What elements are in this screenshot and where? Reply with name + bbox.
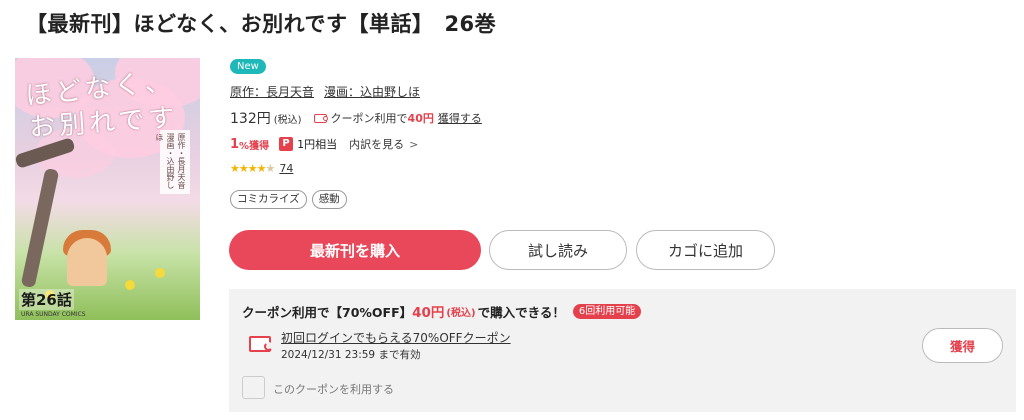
coupon-head-suffix: で購入できる！ <box>477 304 565 320</box>
tag-list: コミカライズ 感動 <box>230 190 347 209</box>
coupon-head-tax: (税込) <box>446 307 476 319</box>
coupon-price-text: クーポン利用で <box>330 112 408 125</box>
star-icon: ★ <box>247 162 258 175</box>
points-equivalent: 1円相当 <box>297 138 338 151</box>
cover-image[interactable]: ほどなく、 お別れです 原作・長月天音 漫画・込由野しほ 第26話 URA SU… <box>15 58 200 320</box>
coupon-expiry: 2024/12/31 23:59 まで有効 <box>281 349 421 361</box>
use-coupon-label[interactable]: このクーポンを利用する <box>273 381 394 397</box>
cover-credits: 原作・長月天音 漫画・込由野しほ <box>155 130 190 194</box>
price: 132円 <box>230 111 271 127</box>
cover-episode: 第26話 <box>19 289 74 310</box>
points-percent: 1 <box>230 136 240 152</box>
star-icon: ★ <box>256 162 267 175</box>
paypay-icon: P <box>279 137 294 151</box>
coupon-headline: クーポン利用で【70%OFF】 40円 (税込) で購入できる！ 6回利用可能 <box>242 301 642 321</box>
use-coupon-checkbox[interactable] <box>242 376 265 399</box>
coupon-price: 40円 <box>407 112 434 125</box>
coupon-head-price: 40円 <box>412 305 445 321</box>
coupon-ticket-icon <box>249 336 273 352</box>
points-percent-label: %獲得 <box>239 140 270 152</box>
rating: ★ ★ ★ ★ ★ 74 <box>230 162 293 175</box>
cover-trunk <box>20 167 60 289</box>
review-count-link[interactable]: 74 <box>279 162 293 175</box>
tag-moving[interactable]: 感動 <box>311 190 347 209</box>
points-line: 1 %獲得 P 1円相当 内訳を見る > <box>230 136 418 152</box>
breakdown-link[interactable]: 内訳を見る <box>349 136 404 152</box>
coupon-head-prefix: クーポン利用で【70%OFF】 <box>242 304 413 320</box>
coupon-availability-badge: 6回利用可能 <box>572 303 642 319</box>
chevron-right-icon: > <box>409 137 419 151</box>
tag-comicalize[interactable]: コミカライズ <box>230 190 307 209</box>
author-credits: 原作：長月天音 漫画：込由野しほ <box>230 83 420 100</box>
page-title: 【最新刊】ほどなく、お別れです【単話】 26巻 <box>26 12 497 36</box>
coupon-name-link[interactable]: 初回ログインでもらえる70%OFFクーポン <box>281 329 511 346</box>
cover-brand: URA SUNDAY COMICS <box>21 311 86 318</box>
coupon-panel: クーポン利用で【70%OFF】 40円 (税込) で購入できる！ 6回利用可能 … <box>229 289 1016 412</box>
tax-label: (税込) <box>273 114 302 126</box>
author-link[interactable]: 原作：長月天音 <box>230 85 314 99</box>
price-line: 132円 (税込) クーポン利用で 40円 獲得する <box>230 108 482 128</box>
star-icon: ★ <box>230 162 240 175</box>
cover-flower <box>155 268 165 278</box>
trial-read-button[interactable]: 試し読み <box>489 230 627 270</box>
star-icon: ★ <box>238 162 249 175</box>
new-badge: New <box>230 59 266 74</box>
get-coupon-button[interactable]: 獲得 <box>922 328 1003 363</box>
buy-latest-button[interactable]: 最新刊を購入 <box>229 230 481 270</box>
half-star-icon: ★ <box>265 162 276 175</box>
get-coupon-link[interactable]: 獲得する <box>438 110 482 126</box>
cover-girl <box>67 238 107 286</box>
cover-flower <box>125 280 135 290</box>
artist-link[interactable]: 漫画：込由野しほ <box>324 85 420 99</box>
add-to-cart-button[interactable]: カゴに追加 <box>636 230 775 270</box>
coupon-ticket-icon <box>313 113 328 123</box>
